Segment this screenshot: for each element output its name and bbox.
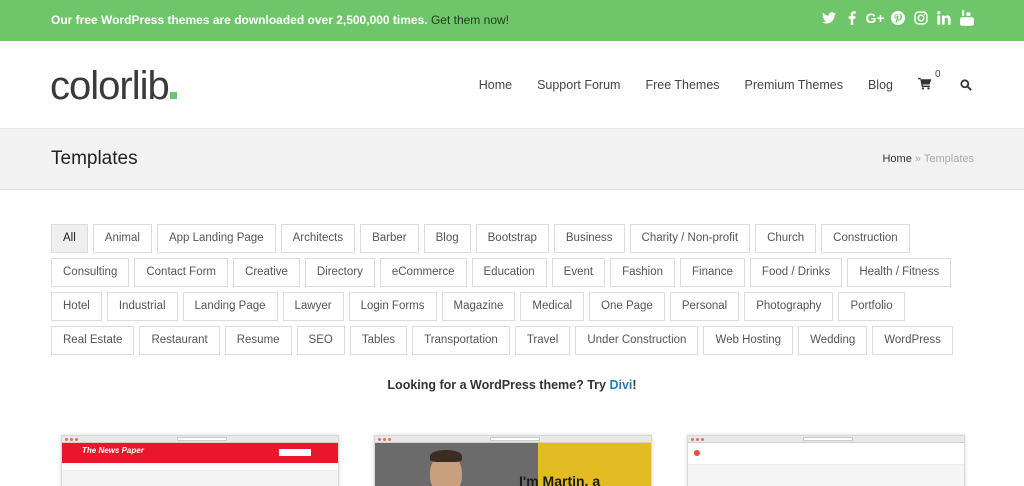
- filter-tag-wedding[interactable]: Wedding: [798, 326, 868, 355]
- linkedin-icon[interactable]: [937, 10, 951, 26]
- top-banner: Our free WordPress themes are downloaded…: [0, 0, 1024, 41]
- breadcrumb: Home » Templates: [882, 153, 974, 165]
- filter-tag-restaurant[interactable]: Restaurant: [139, 326, 220, 355]
- template-category-filters: All Animal App Landing Page Architects Barbe…: [51, 224, 971, 360]
- browser-chrome: [375, 436, 651, 443]
- pinterest-icon[interactable]: [891, 10, 905, 26]
- banner-cta-link[interactable]: Get them now!: [431, 13, 509, 27]
- logo-dot: [169, 92, 177, 99]
- cart-count: 0: [935, 69, 941, 80]
- filter-tag-under-construction[interactable]: Under Construction: [575, 326, 699, 355]
- filter-tag-photography[interactable]: Photography: [744, 292, 834, 321]
- banner-message: Our free WordPress themes are downloaded…: [51, 13, 509, 27]
- filter-tag-portfolio[interactable]: Portfolio: [838, 292, 905, 321]
- template-thumbnail-martin[interactable]: I'm Martin, a: [374, 435, 652, 486]
- breadcrumb-home[interactable]: Home: [882, 153, 911, 165]
- instagram-icon[interactable]: [914, 10, 928, 26]
- site-header: colorlib Home Support Forum Free Themes …: [0, 41, 1024, 129]
- filter-tag-tables[interactable]: Tables: [349, 326, 408, 355]
- news-paper-nav: [62, 463, 338, 471]
- filter-tag-business[interactable]: Business: [553, 224, 625, 253]
- filter-tag-app-landing-page[interactable]: App Landing Page: [156, 224, 276, 253]
- nav-premium-themes[interactable]: Premium Themes: [745, 78, 843, 92]
- filter-tag-medical[interactable]: Medical: [520, 292, 585, 321]
- news-paper-header: The News Paper: [62, 443, 338, 463]
- filter-tag-landing-page[interactable]: Landing Page: [182, 292, 278, 321]
- divi-link[interactable]: Divi: [609, 378, 632, 392]
- search-icon: [960, 79, 972, 91]
- cart-icon: [918, 77, 932, 90]
- filter-tag-finance[interactable]: Finance: [680, 258, 745, 287]
- promo-suffix: !: [632, 378, 637, 392]
- filter-tag-fashion[interactable]: Fashion: [610, 258, 675, 287]
- listing-body: [688, 465, 964, 486]
- banner-text: Our free WordPress themes are downloaded…: [51, 13, 428, 27]
- template-thumbnail-news-paper[interactable]: The News Paper: [61, 435, 339, 486]
- colorlib-logo[interactable]: colorlib: [50, 64, 177, 109]
- filter-tag-contact-form[interactable]: Contact Form: [134, 258, 229, 287]
- filter-tag-all[interactable]: All: [51, 224, 88, 253]
- template-thumbnail-listing[interactable]: [687, 435, 965, 486]
- filter-tag-consulting[interactable]: Consulting: [51, 258, 130, 287]
- filter-tag-health-fitness[interactable]: Health / Fitness: [847, 258, 952, 287]
- portrait-photo: [375, 443, 538, 486]
- martin-headline: I'm Martin, a: [519, 473, 601, 486]
- filter-tag-travel[interactable]: Travel: [514, 326, 571, 355]
- filter-tag-wordpress[interactable]: WordPress: [872, 326, 953, 355]
- page-title: Templates: [51, 148, 138, 169]
- browser-chrome: [62, 436, 338, 443]
- filter-tag-real-estate[interactable]: Real Estate: [51, 326, 135, 355]
- youtube-icon[interactable]: [960, 10, 974, 26]
- filter-tag-bootstrap[interactable]: Bootstrap: [475, 224, 549, 253]
- twitter-icon[interactable]: [822, 10, 836, 26]
- filter-tag-creative[interactable]: Creative: [233, 258, 300, 287]
- filter-tag-animal[interactable]: Animal: [92, 224, 152, 253]
- logo-text: colorlib: [50, 64, 170, 108]
- search-button[interactable]: [960, 78, 974, 92]
- filter-tag-web-hosting[interactable]: Web Hosting: [703, 326, 794, 355]
- filter-tag-personal[interactable]: Personal: [669, 292, 740, 321]
- cart-button[interactable]: 0: [918, 69, 941, 93]
- filter-tag-church[interactable]: Church: [755, 224, 817, 253]
- social-links: G+: [822, 10, 974, 26]
- breadcrumb-current: Templates: [923, 153, 974, 165]
- nav-support-forum[interactable]: Support Forum: [537, 78, 620, 92]
- filter-tag-resume[interactable]: Resume: [224, 326, 292, 355]
- filter-tag-hotel[interactable]: Hotel: [51, 292, 102, 321]
- nav-home[interactable]: Home: [479, 78, 512, 92]
- google-plus-icon[interactable]: G+: [865, 10, 884, 26]
- main-nav: Home Support Forum Free Themes Premium T…: [454, 69, 974, 93]
- filter-tag-one-page[interactable]: One Page: [589, 292, 665, 321]
- breadcrumb-separator: »: [911, 153, 924, 165]
- divi-promo: Looking for a WordPress theme? Try Divi!: [0, 378, 1024, 392]
- facebook-icon[interactable]: [845, 10, 859, 26]
- news-paper-search: [279, 449, 311, 456]
- filter-tag-food-drinks[interactable]: Food / Drinks: [749, 258, 843, 287]
- filter-tag-industrial[interactable]: Industrial: [106, 292, 178, 321]
- listing-logo-icon: [694, 450, 700, 456]
- page-title-band: Templates Home » Templates: [0, 129, 1024, 190]
- browser-chrome: [688, 436, 964, 443]
- filter-tag-ecommerce[interactable]: eCommerce: [379, 258, 467, 287]
- listing-header: [688, 443, 964, 465]
- filter-tag-seo[interactable]: SEO: [296, 326, 345, 355]
- nav-free-themes[interactable]: Free Themes: [645, 78, 719, 92]
- filter-tag-construction[interactable]: Construction: [821, 224, 910, 253]
- filter-tag-transportation[interactable]: Transportation: [412, 326, 510, 355]
- promo-text: Looking for a WordPress theme? Try: [387, 378, 610, 392]
- filter-tag-login-forms[interactable]: Login Forms: [348, 292, 437, 321]
- news-paper-title: The News Paper: [82, 446, 144, 455]
- filter-tag-barber[interactable]: Barber: [360, 224, 419, 253]
- filter-tag-blog[interactable]: Blog: [423, 224, 471, 253]
- filter-tag-directory[interactable]: Directory: [304, 258, 375, 287]
- filter-tag-magazine[interactable]: Magazine: [441, 292, 516, 321]
- filter-tag-event[interactable]: Event: [551, 258, 606, 287]
- filter-tag-education[interactable]: Education: [471, 258, 547, 287]
- nav-blog[interactable]: Blog: [868, 78, 893, 92]
- filter-tag-architects[interactable]: Architects: [280, 224, 356, 253]
- filter-tag-charity-non-profit[interactable]: Charity / Non-profit: [629, 224, 751, 253]
- filter-tag-lawyer[interactable]: Lawyer: [282, 292, 344, 321]
